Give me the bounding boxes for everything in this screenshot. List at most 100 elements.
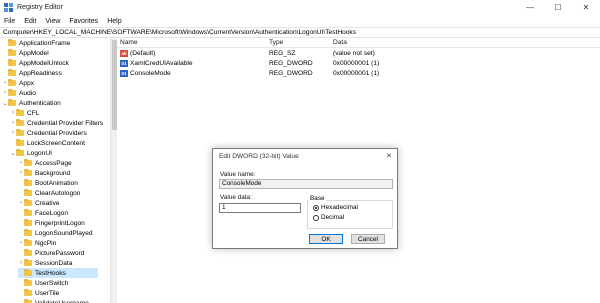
- value-name: ConsoleMode: [130, 69, 171, 77]
- dword-value-icon: 01: [120, 69, 128, 77]
- tree-item-lockscreencontent[interactable]: LockScreenContent: [10, 138, 85, 148]
- tree-item-cfl[interactable]: › CFL: [10, 108, 39, 118]
- tree-item-label: AppReadiness: [19, 69, 62, 77]
- dialog-title: Edit DWORD (32-bit) Value: [219, 152, 299, 160]
- cancel-button[interactable]: Cancel: [351, 234, 385, 244]
- tree-item-accesspage[interactable]: › AccessPage: [18, 158, 72, 168]
- value-data-field[interactable]: 1: [219, 203, 301, 213]
- minimize-button[interactable]: —: [516, 0, 544, 15]
- tree-item-testhooks[interactable]: TestHooks: [18, 268, 98, 278]
- folder-icon: [8, 39, 16, 46]
- tree-item-usertile[interactable]: UserTile: [18, 288, 59, 298]
- folder-icon: [16, 109, 24, 116]
- tree-item-label: AppModel: [19, 49, 49, 57]
- value-name: XamlCredUIAvailable: [130, 59, 193, 67]
- tree-item-credential-providers[interactable]: › Credential Providers: [10, 128, 87, 138]
- tree-item-background[interactable]: › Background: [18, 168, 70, 178]
- column-header-type[interactable]: Type: [269, 39, 333, 46]
- list-header: Name Type Data: [117, 38, 600, 48]
- value-type: REG_SZ: [269, 49, 296, 57]
- tree-item-logonui[interactable]: ⌄ LogonUI: [10, 148, 52, 158]
- edit-dword-dialog: Edit DWORD (32-bit) Value ✕ Value name: …: [212, 148, 398, 249]
- column-header-data[interactable]: Data: [333, 39, 483, 46]
- value-type: REG_DWORD: [269, 59, 313, 67]
- folder-icon: [24, 179, 32, 186]
- value-row[interactable]: ab (Default) REG_SZ (value not set): [117, 48, 600, 58]
- maximize-button[interactable]: ☐: [544, 0, 572, 15]
- menu-favorites[interactable]: Favorites: [69, 18, 98, 25]
- value-data: (value not set): [333, 49, 375, 57]
- menu-bar: File Edit View Favorites Help: [0, 15, 600, 27]
- menu-file[interactable]: File: [4, 18, 15, 25]
- value-name: (Default): [130, 49, 156, 57]
- folder-icon: [24, 199, 32, 206]
- tree-item-label: TestHooks: [35, 269, 66, 277]
- tree-item-ngcpin[interactable]: › NgcPin: [18, 238, 56, 248]
- address-bar[interactable]: Computer\HKEY_LOCAL_MACHINE\SOFTWARE\Mic…: [0, 27, 600, 38]
- hexadecimal-radio[interactable]: Hexadecimal: [313, 204, 358, 211]
- menu-help[interactable]: Help: [107, 18, 121, 25]
- folder-icon: [24, 219, 32, 226]
- close-button[interactable]: ✕: [572, 0, 600, 15]
- value-name-label: Value name:: [220, 171, 256, 178]
- tree-item-label: PicturePassword: [35, 249, 85, 257]
- menu-view[interactable]: View: [45, 18, 60, 25]
- minimize-icon: —: [526, 3, 534, 12]
- registry-editor-icon: [4, 3, 13, 12]
- radio-selected-icon: [313, 204, 319, 211]
- tree-item-appreadiness[interactable]: AppReadiness: [2, 68, 62, 78]
- registry-key-tree: ApplicationFrame AppModel AppModelUnlock Ap…: [0, 38, 110, 303]
- folder-icon: [16, 139, 24, 146]
- tree-item-label: ClearAutologon: [35, 189, 81, 197]
- tree-item-sessiondata[interactable]: › SessionData: [18, 258, 72, 268]
- tree-item-credential-provider-filters[interactable]: › Credential Provider Filters: [10, 118, 103, 128]
- folder-icon: [24, 189, 32, 196]
- hexadecimal-label: Hexadecimal: [321, 204, 358, 211]
- tree-item-facelogon[interactable]: FaceLogon: [18, 208, 68, 218]
- menu-edit[interactable]: Edit: [24, 18, 36, 25]
- tree-item-authentication[interactable]: ⌄ Authentication: [2, 98, 61, 108]
- string-value-icon: ab: [120, 49, 128, 57]
- close-icon[interactable]: ✕: [386, 152, 392, 160]
- folder-icon: [16, 149, 24, 156]
- tree-item-label: NgcPin: [35, 239, 57, 247]
- decimal-radio[interactable]: Decimal: [313, 214, 344, 221]
- tree-item-fingerprintlogon[interactable]: FingerprintLogon: [18, 218, 85, 228]
- tree-item-bootanimation[interactable]: BootAnimation: [18, 178, 78, 188]
- tree-item-label: SessionData: [35, 259, 73, 267]
- value-name-field[interactable]: ConsoleMode: [219, 179, 393, 189]
- tree-item-label: BootAnimation: [35, 179, 78, 187]
- value-type: REG_DWORD: [269, 69, 313, 77]
- tree-item-appmodel[interactable]: AppModel: [2, 48, 49, 58]
- tree-item-logonsoundplayed[interactable]: LogonSoundPlayed: [18, 228, 93, 238]
- tree-item-creative[interactable]: › Creative: [18, 198, 60, 208]
- tree-item-label: Appx: [19, 79, 35, 87]
- tree-item-audio[interactable]: › Audio: [2, 88, 36, 98]
- folder-icon: [24, 209, 32, 216]
- tree-item-clearautologon[interactable]: ClearAutologon: [18, 188, 80, 198]
- tree-item-label: LockScreenContent: [27, 139, 85, 147]
- dialog-title-bar: Edit DWORD (32-bit) Value ✕: [213, 149, 397, 163]
- tree-item-label: Creative: [35, 199, 60, 207]
- tree-item-label: CFL: [27, 109, 40, 117]
- folder-icon: [24, 239, 32, 246]
- tree-item-userswitch[interactable]: UserSwitch: [18, 278, 68, 288]
- folder-icon: [8, 79, 16, 86]
- value-row[interactable]: 01 ConsoleMode REG_DWORD 0x00000001 (1): [117, 68, 600, 78]
- tree-item-label: Audio: [19, 89, 36, 97]
- tree-scrollbar[interactable]: [110, 38, 117, 303]
- folder-icon: [24, 259, 32, 266]
- tree-item-picturepassword[interactable]: PicturePassword: [18, 248, 84, 258]
- tree-item-label: Credential Provider Filters: [27, 119, 104, 127]
- ok-button[interactable]: OK: [309, 234, 343, 244]
- folder-icon: [8, 59, 16, 66]
- folder-icon: [24, 269, 32, 276]
- column-header-name[interactable]: Name: [117, 39, 269, 46]
- tree-item-appx[interactable]: › Appx: [2, 78, 34, 88]
- value-data: 0x00000001 (1): [333, 69, 380, 77]
- tree-item-appmodelunlock[interactable]: AppModelUnlock: [2, 58, 69, 68]
- tree-item-validateusername[interactable]: ValidateUsername: [18, 298, 89, 303]
- value-row[interactable]: 01 XamlCredUIAvailable REG_DWORD 0x000000…: [117, 58, 600, 68]
- tree-item-label: ValidateUsername: [35, 299, 89, 303]
- tree-item-applicationframe[interactable]: ApplicationFrame: [2, 38, 70, 48]
